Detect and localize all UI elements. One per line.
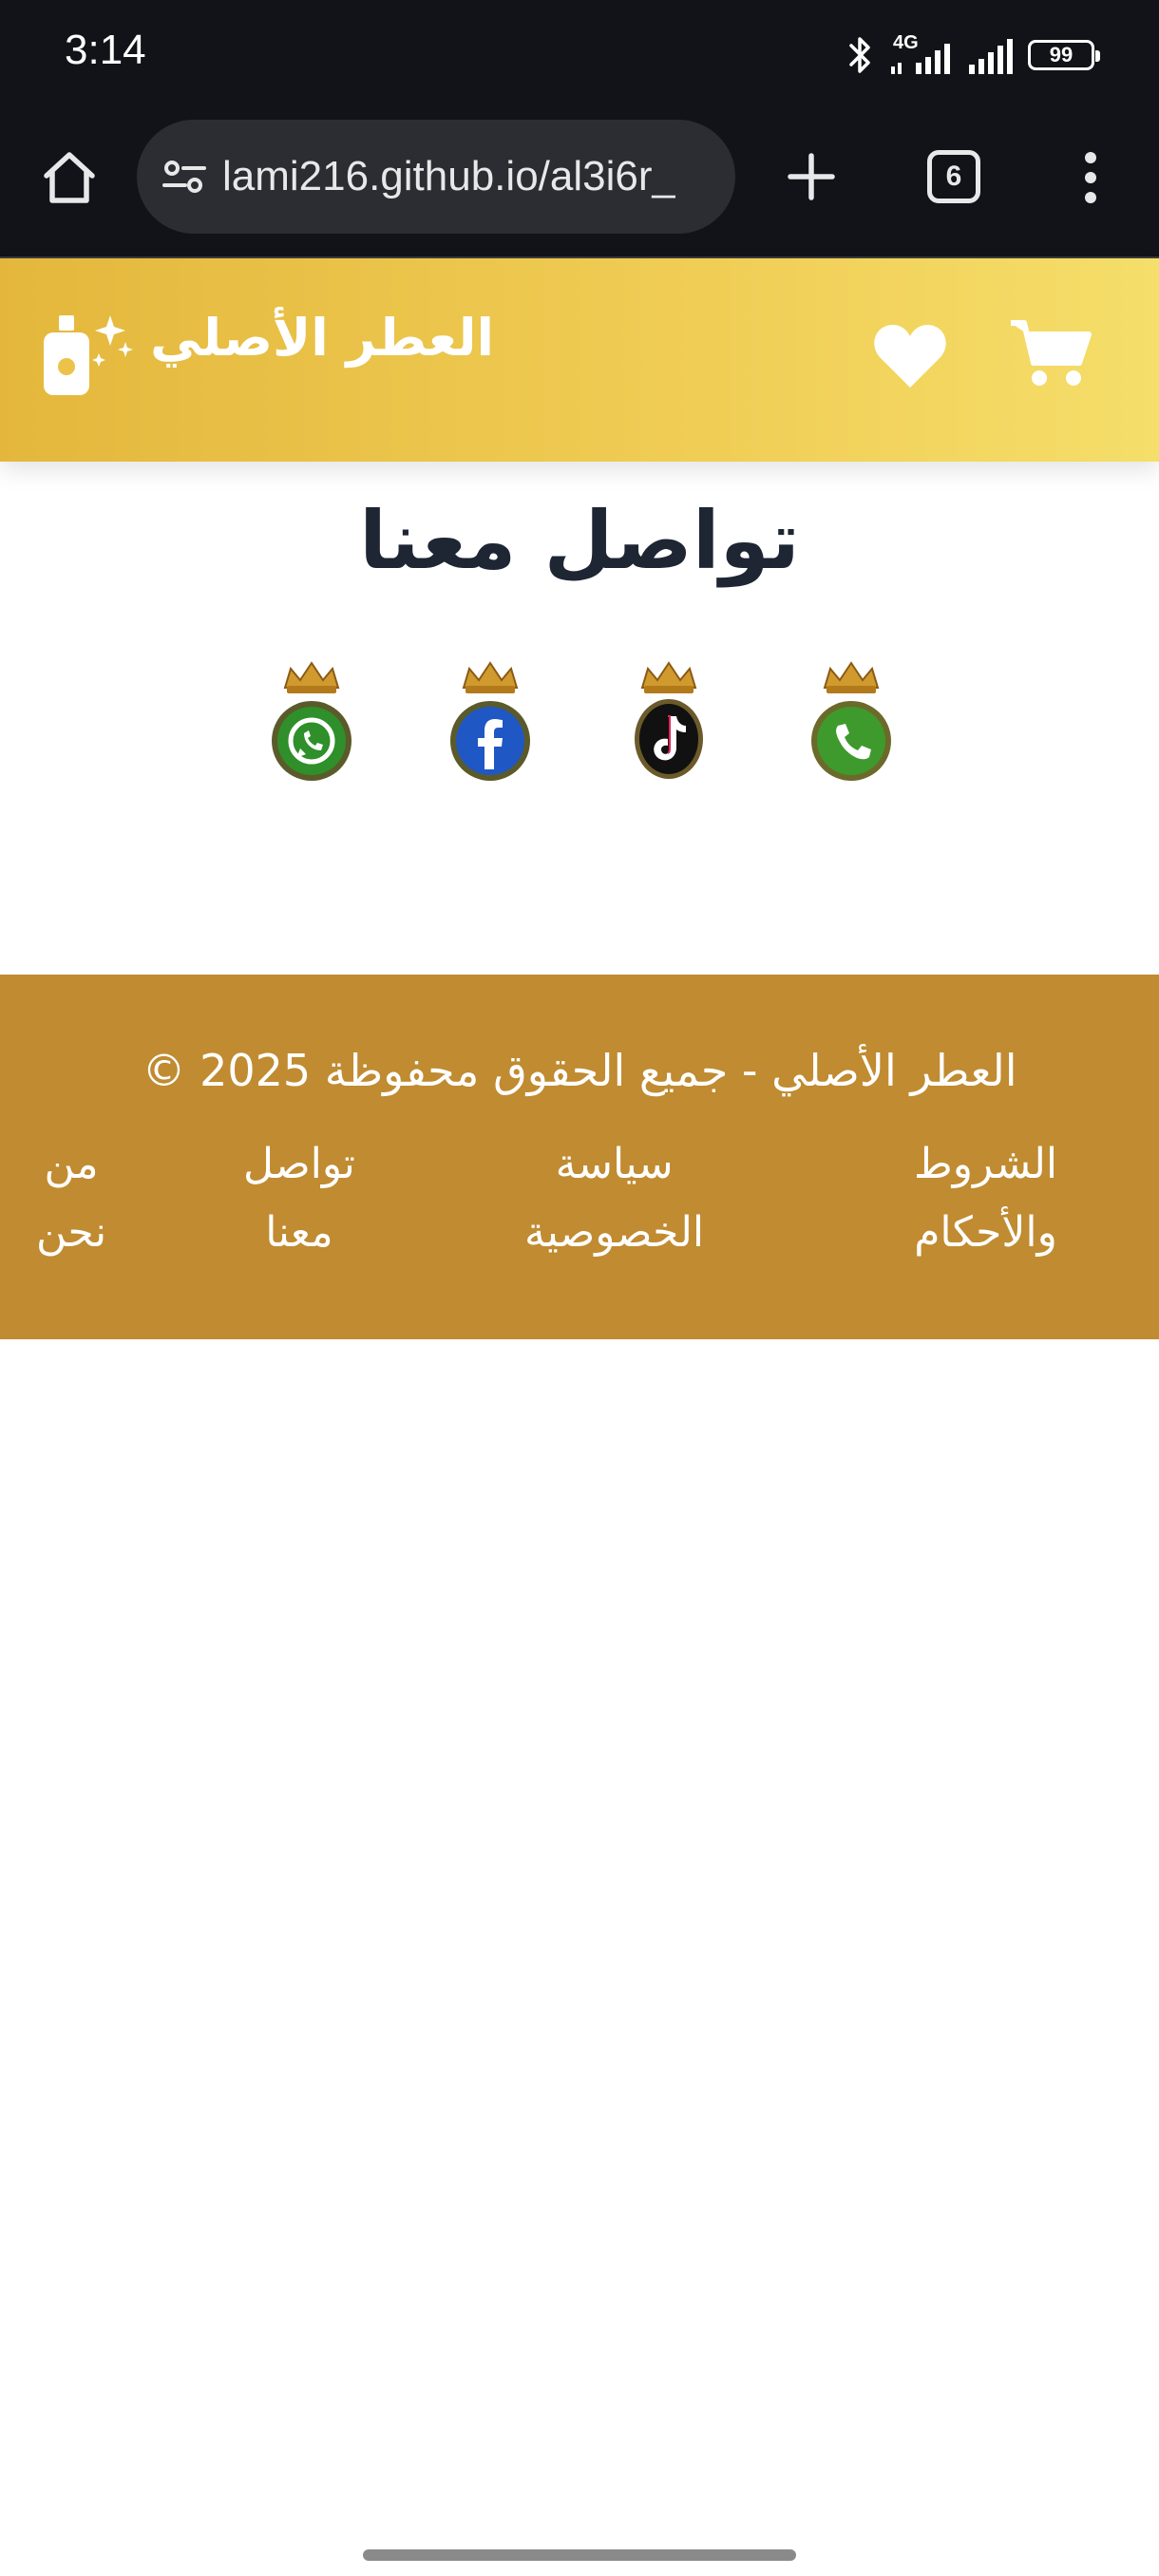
- footer-link-contact[interactable]: تواصل معنا: [243, 1130, 355, 1267]
- address-bar[interactable]: lami216.github.io/al3i6r_: [137, 120, 735, 234]
- footer-link-terms[interactable]: الشروط والأحكام: [914, 1130, 1057, 1267]
- plus-icon: [788, 153, 835, 200]
- tab-count: 6: [945, 161, 962, 192]
- bluetooth-icon: [849, 37, 870, 73]
- url-text[interactable]: lami216.github.io/al3i6r_: [222, 153, 675, 200]
- browser-toolbar: lami216.github.io/al3i6r_ 6: [0, 112, 1159, 258]
- footer-link-contact-line2[interactable]: معنا: [243, 1199, 355, 1267]
- status-bar: 3:14 4G 99: [0, 0, 1159, 112]
- cart-icon[interactable]: [1009, 315, 1092, 391]
- copyright-text: العطر الأصلي - جميع الحقوق محفوظة 2025 ©: [142, 1045, 1017, 1096]
- brand-name[interactable]: العطر الأصلي: [150, 308, 494, 368]
- footer-link-about[interactable]: من نحن: [36, 1130, 106, 1267]
- site-header: العطر الأصلي: [0, 258, 1159, 462]
- perfume-bottle-icon: [44, 315, 133, 395]
- status-time: 3:14: [65, 27, 146, 73]
- footer-link-terms-line2[interactable]: والأحكام: [914, 1199, 1057, 1267]
- footer-link-terms-line1[interactable]: الشروط: [914, 1130, 1057, 1199]
- home-button[interactable]: [36, 144, 103, 211]
- site-settings-button[interactable]: [160, 152, 209, 201]
- social-links: [0, 657, 1159, 800]
- footer-link-about-line1[interactable]: من: [36, 1130, 106, 1199]
- battery-level: 99: [1049, 43, 1074, 66]
- whatsapp-crown-icon[interactable]: [266, 657, 357, 790]
- page-title: تواصل معنا: [359, 494, 800, 587]
- gesture-bar[interactable]: [363, 2549, 796, 2561]
- site-footer: العطر الأصلي - جميع الحقوق محفوظة 2025 ©…: [0, 975, 1159, 1339]
- footer-link-privacy-line1[interactable]: سياسة: [524, 1130, 704, 1199]
- signal-icon: [969, 39, 1013, 74]
- home-icon: [44, 152, 95, 203]
- status-icons: 4G 99: [846, 32, 1100, 76]
- new-tab-button[interactable]: [777, 142, 846, 211]
- footer-link-privacy[interactable]: سياسة الخصوصية: [524, 1130, 704, 1267]
- tune-icon: [162, 161, 206, 193]
- battery-icon: 99: [1028, 40, 1100, 70]
- footer-link-privacy-line2[interactable]: الخصوصية: [524, 1199, 704, 1267]
- brand[interactable]: العطر الأصلي: [150, 308, 494, 368]
- facebook-crown-icon[interactable]: [445, 657, 536, 790]
- tiktok-crown-icon[interactable]: [623, 657, 714, 790]
- footer-link-contact-line1[interactable]: تواصل: [243, 1130, 355, 1199]
- footer-link-about-line2[interactable]: نحن: [36, 1199, 106, 1267]
- heart-icon[interactable]: [872, 321, 948, 391]
- tabs-icon[interactable]: 6: [927, 150, 980, 203]
- signal-4g-icon: 4G: [887, 32, 954, 76]
- more-vert-icon[interactable]: [1072, 144, 1110, 211]
- phone-crown-icon[interactable]: [806, 657, 897, 790]
